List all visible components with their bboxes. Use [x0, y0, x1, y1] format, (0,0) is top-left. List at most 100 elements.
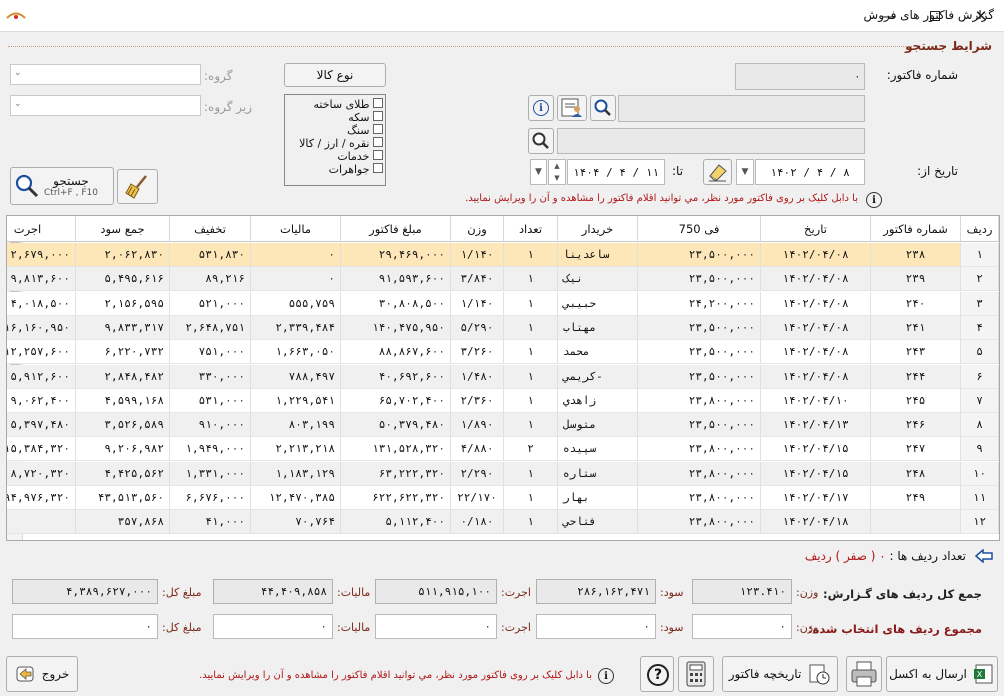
help-button[interactable]: ?: [640, 656, 674, 692]
checkbox[interactable]: [373, 98, 383, 108]
table-cell: ۲,۶۴۸,۷۵۱: [170, 315, 251, 340]
table-cell: ۱: [504, 486, 558, 510]
invoice-no-label: شماره فاکتور:: [886, 68, 958, 82]
table-cell: ۱/۱۴۰: [451, 291, 504, 316]
goods-type-item[interactable]: نقره / ارز / کالا: [299, 137, 383, 150]
group-select[interactable]: ⌄: [10, 64, 201, 85]
table-row[interactable]: ۷ ۲۴۵ ۱۴۰۲/۰۴/۱۰ ۲۳,۸۰۰,۰۰۰ زاهدي ۱ ۲/۳۶۰ ۶۵,۷۰…: [7, 388, 999, 413]
search-icon: [532, 132, 549, 149]
date-from-dropdown[interactable]: ▼: [736, 159, 754, 185]
table-row[interactable]: ۹ ۲۴۷ ۱۴۰۲/۰۴/۱۵ ۲۳,۸۰۰,۰۰۰ سپيده ۲ ۴/۸۸۰ ۱۳۱,۵…: [7, 437, 999, 462]
total-amount-field: ۴,۳۸۹,۶۲۷,۰۰۰: [12, 579, 158, 604]
subgroup-select[interactable]: ⌄: [10, 95, 201, 116]
table-cell: ۶,۶۷۶,۰۰۰: [170, 486, 251, 510]
table-row[interactable]: ۱ ۲۳۸ ۱۴۰۲/۰۴/۰۸ ۲۳,۵۰۰,۰۰۰ ساعدينا ۱ ۱/۱۴۰ ۲۹,…: [7, 243, 999, 267]
excel-export-button[interactable]: ارسال به اکسل X: [886, 656, 998, 692]
table-row[interactable]: ۳ ۲۴۰ ۱۴۰۲/۰۴/۰۸ ۲۴,۲۰۰,۰۰۰ حبيبي ۱ ۱/۱۴۰ ۳۰,۸۰…: [7, 291, 999, 316]
search-button-label: جستجو: [53, 174, 89, 188]
calculator-button[interactable]: [678, 656, 714, 692]
table-row[interactable]: ۱۱ ۲۴۹ ۱۴۰۲/۰۴/۱۷ ۲۳,۸۰۰,۰۰۰ بهار ۱ ۲۲/۱۷۰ ۶۲۲,…: [7, 486, 999, 510]
table-cell: ۵۰,۳۷۹,۴۸۰: [341, 413, 451, 438]
column-header[interactable]: ماليات: [251, 216, 341, 242]
selected-weight-field: ۰: [692, 614, 792, 639]
invoice-no-input[interactable]: ۰: [735, 63, 865, 90]
table-cell: ۱۶,۱۶۰,۹۵۰: [7, 315, 76, 340]
table-row[interactable]: ۱۰ ۲۴۸ ۱۴۰۲/۰۴/۱۵ ۲۳,۸۰۰,۰۰۰ ستاره ۱ ۲/۲۹۰ ۶۳,۲…: [7, 461, 999, 486]
customer-select-button[interactable]: [557, 95, 587, 121]
table-cell: ۱۴۰۲/۰۴/۱۵: [761, 461, 871, 486]
table-cell: سپيده: [558, 437, 638, 462]
clear-date-button[interactable]: [703, 159, 732, 185]
goods-type-button[interactable]: نوع کالا: [284, 63, 386, 87]
exit-button[interactable]: خروج: [6, 656, 78, 692]
search-button[interactable]: جستجو Ctrl+F , F10: [10, 167, 114, 205]
column-header[interactable]: رديف: [961, 216, 999, 242]
date-to-dropdown[interactable]: ▼: [530, 159, 547, 185]
column-header[interactable]: شماره فاکتور: [871, 216, 961, 242]
checkbox[interactable]: [373, 111, 383, 121]
column-header[interactable]: مبلغ فاکتور: [341, 216, 451, 242]
date-to-input[interactable]: ۱۴۰۴ / ۴ / ۱۱: [567, 159, 665, 185]
column-header[interactable]: تعداد: [504, 216, 558, 242]
column-header[interactable]: اجرت: [7, 216, 76, 242]
table-cell: ۱۳۱,۵۲۸,۳۲۰: [341, 437, 451, 462]
table-cell: ۸۰۳,۱۹۹: [251, 413, 341, 438]
table-cell: ۱۵,۳۸۴,۳۲۰: [7, 437, 76, 462]
table-cell: ۴,۴۲۵,۵۶۲: [76, 461, 170, 486]
invoice-table[interactable]: ˄ ˅ رديفشماره فاکتورتاريخفی 750خريدارتعد…: [6, 215, 1000, 541]
column-header[interactable]: فی 750: [638, 216, 761, 242]
table-row[interactable]: ۴ ۲۴۱ ۱۴۰۲/۰۴/۰۸ ۲۳,۵۰۰,۰۰۰ مهتاب ۱ ۵/۲۹۰ ۱۴۰,۴…: [7, 315, 999, 340]
checkbox[interactable]: [373, 163, 383, 173]
table-cell: ۴۰,۶۹۲,۶۰۰: [341, 364, 451, 389]
column-header[interactable]: خريدار: [558, 216, 638, 242]
date-from-input[interactable]: ۱۴۰۲ / ۴ / ۸: [755, 159, 865, 185]
table-cell: متوسل: [558, 413, 638, 438]
table-cell: ۹,۸۱۳,۶۰۰: [7, 267, 76, 292]
table-cell: ۱/۸۹۰: [451, 413, 504, 438]
customer-search-button[interactable]: [590, 95, 616, 121]
goods-search-button[interactable]: [528, 128, 554, 154]
info-icon: i: [598, 668, 614, 684]
table-cell: ۵,۹۱۲,۶۰۰: [7, 364, 76, 389]
checkbox[interactable]: [373, 124, 383, 134]
goods-type-item[interactable]: طلای ساخته: [299, 98, 383, 111]
goods-type-item[interactable]: سنگ: [299, 124, 383, 137]
spin-up-icon: ▲: [554, 162, 560, 170]
customer-search-field[interactable]: [618, 95, 865, 122]
profit-label: سود:: [660, 586, 684, 599]
date-to-spinner[interactable]: ▲ ▼: [548, 159, 566, 185]
column-header[interactable]: تخفيف: [170, 216, 251, 242]
search-shortcut: Ctrl+F , F10: [44, 188, 98, 198]
spin-down-icon: ▼: [554, 174, 560, 182]
goods-type-item[interactable]: جواهرات: [299, 163, 383, 176]
invoice-history-button[interactable]: تاريخچه فاکتور: [722, 656, 838, 692]
column-header[interactable]: تاريخ: [761, 216, 871, 242]
total-amount-label: مبلغ کل:: [162, 586, 202, 599]
customer-info-button[interactable]: i: [528, 95, 554, 121]
goods-type-item[interactable]: سکه: [299, 111, 383, 124]
table-cell: ۱: [504, 413, 558, 438]
table-cell: ۸۹,۲۱۶: [170, 267, 251, 292]
table-cell: ۲۳,۵۰۰,۰۰۰: [638, 315, 761, 340]
print-button[interactable]: [846, 656, 882, 692]
goods-search-field[interactable]: [557, 128, 865, 154]
table-cell: ۱۲: [961, 510, 999, 535]
checkbox[interactable]: [373, 137, 383, 147]
table-row[interactable]: ۶ ۲۴۴ ۱۴۰۲/۰۴/۰۸ ۲۳,۵۰۰,۰۰۰ کريمي- ۱ ۱/۴۸۰ ۴۰,۶…: [7, 364, 999, 389]
table-cell: ۳,۵۲۶,۵۸۹: [76, 413, 170, 438]
table-cell: ۲,۶۷۹,۰۰۰: [7, 243, 76, 267]
column-header[interactable]: جمع سود: [76, 216, 170, 242]
table-row[interactable]: ۱۲ ۱۴۰۲/۰۴/۱۸ ۲۳,۸۰۰,۰۰۰ فتاحي ۱ ۰/۱۸۰ ۵,۱۱۲,۴…: [7, 510, 999, 535]
selected-tax-field: ۰: [213, 614, 333, 639]
checkbox[interactable]: [373, 150, 383, 160]
wage-label: اجرت:: [501, 586, 531, 599]
table-cell: ۱,۲۲۹,۵۴۱: [251, 388, 341, 413]
table-row[interactable]: ۸ ۲۴۶ ۱۴۰۲/۰۴/۱۳ ۲۳,۵۰۰,۰۰۰ متوسل ۱ ۱/۸۹۰ ۵۰,۳۷…: [7, 413, 999, 438]
clear-filters-button[interactable]: [117, 169, 158, 204]
table-row[interactable]: ۲ ۲۳۹ ۱۴۰۲/۰۴/۰۸ ۲۳,۵۰۰,۰۰۰ نيک ۱ ۳/۸۴۰ ۹۱,۵۹۳,…: [7, 267, 999, 292]
table-cell: ۲,۰۶۲,۸۳۰: [76, 243, 170, 267]
table-cell: ۱۴۰۲/۰۴/۰۸: [761, 340, 871, 365]
table-row[interactable]: ۵ ۲۴۳ ۱۴۰۲/۰۴/۰۸ ۲۳,۵۰۰,۰۰۰ محمد ۱ ۳/۲۶۰ ۸۸,۸۶۷…: [7, 340, 999, 365]
column-header[interactable]: وزن: [451, 216, 504, 242]
goods-type-item[interactable]: خدمات: [299, 150, 383, 163]
